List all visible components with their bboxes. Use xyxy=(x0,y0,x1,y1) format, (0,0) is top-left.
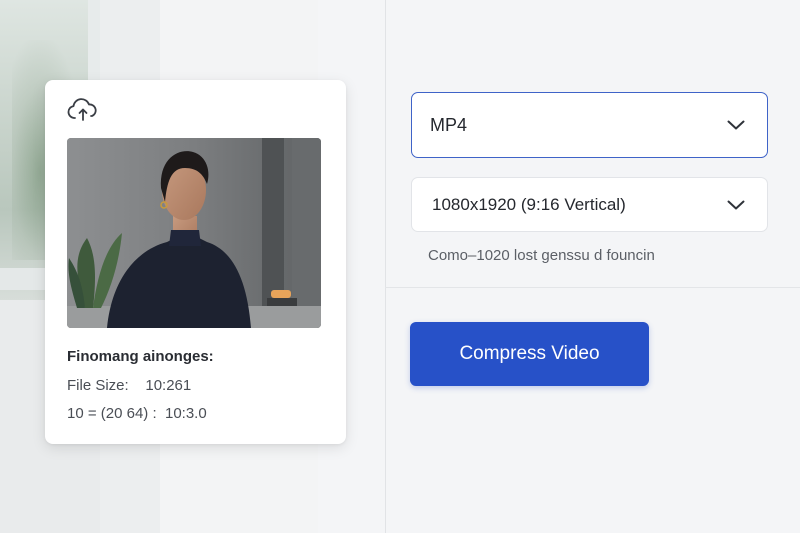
file-size-value: 10:261 xyxy=(145,377,192,394)
resolution-select-value: 1080x1920 (9:16 Vertical) xyxy=(432,194,626,214)
video-thumbnail-image xyxy=(67,138,321,328)
video-thumbnail[interactable] xyxy=(67,138,321,328)
compress-video-button[interactable]: Compress Video xyxy=(410,322,649,386)
chevron-down-icon xyxy=(727,200,745,209)
section-divider xyxy=(385,287,800,288)
chevron-down-icon xyxy=(727,120,745,130)
cloud-upload-icon[interactable] xyxy=(67,98,99,124)
dimension-info: 10 = (20 64) : 10:3.0 xyxy=(67,405,207,422)
file-size-label: File Size: xyxy=(67,377,129,394)
file-size-row: File Size: 10:261 xyxy=(67,377,191,394)
format-select[interactable]: MP4 xyxy=(411,92,768,158)
format-select-value: MP4 xyxy=(430,114,468,135)
settings-panel xyxy=(318,0,800,533)
resolution-hint: Como–1020 lost genssu d founcin xyxy=(428,247,655,264)
resolution-select[interactable]: 1080x1920 (9:16 Vertical) xyxy=(411,177,768,232)
video-preview-card: Finomang ainonges: File Size: 10:261 10 … xyxy=(45,80,346,444)
file-info-title: Finomang ainonges: xyxy=(67,348,214,365)
compress-video-button-label: Compress Video xyxy=(459,343,600,364)
panel-divider xyxy=(385,0,386,533)
app-screen: Finomang ainonges: File Size: 10:261 10 … xyxy=(0,0,800,533)
